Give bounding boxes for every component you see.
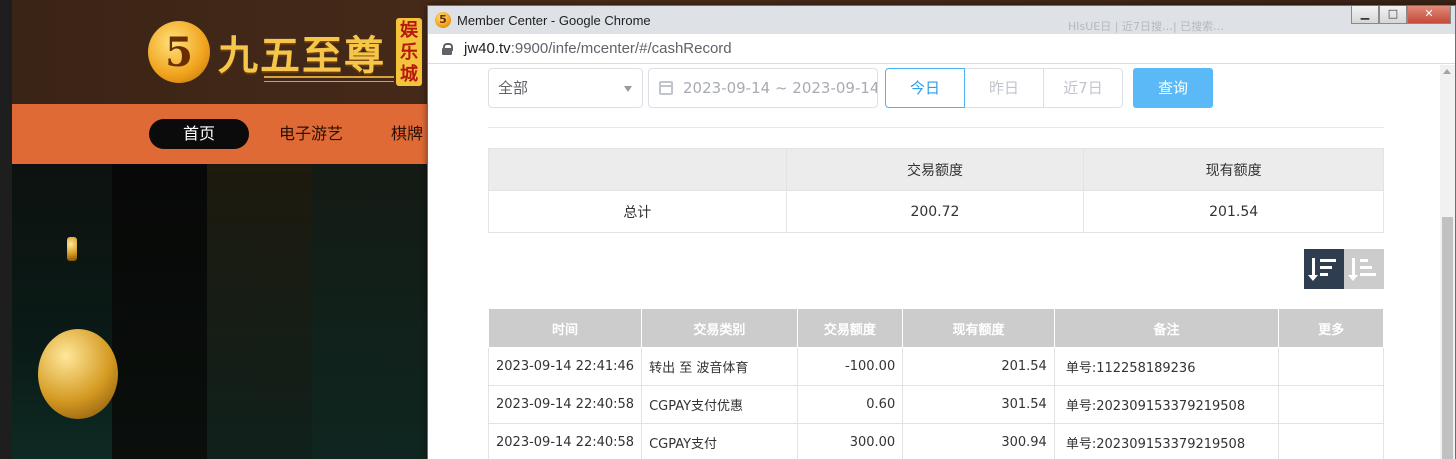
- sort-toggle-group: [1304, 249, 1384, 289]
- sort-descending-button[interactable]: [1304, 249, 1344, 289]
- column-header-type[interactable]: 交易类别: [641, 308, 798, 348]
- banner-pillar: [112, 164, 207, 459]
- window-controls: ▁ □ ✕: [1351, 6, 1451, 26]
- summary-row: 总计 200.72 201.54: [488, 190, 1384, 233]
- url-text[interactable]: jw40.tv:9900/infe/mcenter/#/cashRecord: [464, 40, 732, 57]
- banner-pillar: [312, 164, 427, 459]
- summary-label: 总计: [488, 190, 787, 233]
- sort-lines-icon: [1320, 259, 1336, 280]
- logo-badge: 娱 乐 城: [396, 18, 422, 86]
- records-header-row: 时间 交易类别 交易额度 现有额度 备注 更多: [487, 308, 1384, 348]
- column-header-balance[interactable]: 现有额度: [902, 308, 1055, 348]
- nav-item-slots[interactable]: 电子游艺: [279, 119, 343, 149]
- query-button[interactable]: 查询: [1133, 68, 1213, 108]
- cell-time: 2023-09-14 22:41:46: [487, 347, 643, 386]
- sort-ascending-button[interactable]: [1344, 249, 1384, 289]
- window-title: Member Center - Google Chrome: [457, 12, 651, 28]
- cell-more[interactable]: [1278, 385, 1384, 424]
- column-header-time[interactable]: 时间: [487, 308, 643, 348]
- summary-balance: 201.54: [1083, 190, 1384, 233]
- maximize-button[interactable]: □: [1379, 6, 1407, 24]
- cell-time: 2023-09-14 22:40:58: [487, 385, 643, 424]
- table-row[interactable]: 2023-09-14 22:40:58 CGPAY支付 300.00 300.9…: [487, 423, 1384, 459]
- nav-item-cards[interactable]: 棋牌: [391, 119, 423, 149]
- chevron-down-icon: [624, 86, 632, 92]
- desktop-edge: [0, 0, 12, 459]
- cell-note: 单号:112258189236: [1053, 347, 1280, 386]
- address-bar[interactable]: jw40.tv:9900/infe/mcenter/#/cashRecord: [428, 34, 1455, 64]
- cell-amount: 0.60: [796, 385, 904, 424]
- sort-descending-icon: [1308, 258, 1318, 281]
- date-range-value: 2023-09-14 ~ 2023-09-14: [683, 79, 878, 97]
- range-today-button[interactable]: 今日: [885, 68, 965, 108]
- column-header-note[interactable]: 备注: [1053, 308, 1280, 348]
- select-value: 全部: [498, 79, 529, 97]
- minimize-button[interactable]: ▁: [1351, 6, 1379, 24]
- logo-badge-char: 娱: [400, 20, 418, 41]
- column-header-more[interactable]: 更多: [1278, 308, 1384, 348]
- cell-amount: 300.00: [796, 423, 904, 459]
- summary-header-row: 交易额度 现有额度: [488, 148, 1384, 191]
- browser-window: 5 Member Center - Google Chrome HIsUE日 |…: [427, 5, 1456, 459]
- banner-pillar: [207, 164, 312, 459]
- cell-time: 2023-09-14 22:40:58: [487, 423, 643, 459]
- background-tab-text: HIsUE日 | 近7日搜…| 已搜索…: [1068, 20, 1225, 33]
- cell-balance: 201.54: [902, 347, 1055, 386]
- cell-note: 单号:202309153379219508: [1053, 385, 1280, 424]
- logo-ornament: [264, 76, 394, 82]
- range-7days-button[interactable]: 近7日: [1043, 68, 1123, 108]
- date-range-picker[interactable]: 2023-09-14 ~ 2023-09-14: [648, 68, 878, 108]
- cell-more[interactable]: [1278, 347, 1384, 386]
- scrollbar-thumb[interactable]: [1442, 217, 1453, 459]
- cell-note: 单号:202309153379219508: [1053, 423, 1280, 459]
- cell-balance: 301.54: [902, 385, 1055, 424]
- summary-table: 交易额度 现有额度 总计 200.72 201.54: [488, 148, 1384, 233]
- nav-item-home[interactable]: 首页: [149, 119, 249, 149]
- url-host: jw40.tv: [464, 40, 511, 57]
- transaction-type-select[interactable]: 全部: [488, 68, 643, 108]
- column-header-amount[interactable]: 交易额度: [796, 308, 904, 348]
- logo-badge-char: 乐: [400, 42, 418, 63]
- logo-coin-icon: 5: [148, 21, 210, 83]
- cell-type: CGPAY支付: [641, 423, 798, 459]
- table-row[interactable]: 2023-09-14 22:41:46 转出 至 波音体育 -100.00 20…: [487, 347, 1384, 386]
- coin-icon: [67, 237, 77, 261]
- page-content: 全部 2023-09-14 ~ 2023-09-14 今日 昨日 近7日 查询 …: [428, 65, 1442, 459]
- table-row[interactable]: 2023-09-14 22:40:58 CGPAY支付优惠 0.60 301.5…: [487, 385, 1384, 424]
- vertical-scrollbar[interactable]: [1440, 65, 1455, 459]
- sort-lines-icon: [1360, 259, 1376, 280]
- sort-ascending-icon: [1348, 258, 1358, 281]
- close-button[interactable]: ✕: [1407, 6, 1451, 24]
- section-divider: [488, 127, 1384, 128]
- logo-badge-char: 城: [400, 64, 418, 85]
- calendar-icon: [659, 81, 673, 95]
- summary-amount: 200.72: [785, 190, 1085, 233]
- summary-header: 现有额度: [1083, 148, 1384, 191]
- cell-balance: 300.94: [902, 423, 1055, 459]
- window-titlebar[interactable]: 5 Member Center - Google Chrome HIsUE日 |…: [428, 6, 1455, 34]
- url-path: :9900/infe/mcenter/#/cashRecord: [510, 40, 732, 57]
- cell-type: CGPAY支付优惠: [641, 385, 798, 424]
- cell-type: 转出 至 波音体育: [641, 347, 798, 386]
- cell-amount: -100.00: [796, 347, 904, 386]
- cash-records-table: 时间 交易类别 交易额度 现有额度 备注 更多 2023-09-14 22:41…: [487, 308, 1384, 459]
- range-yesterday-button[interactable]: 昨日: [964, 68, 1044, 108]
- cell-more[interactable]: [1278, 423, 1384, 459]
- lock-icon[interactable]: [442, 42, 453, 55]
- summary-header: [488, 148, 787, 191]
- logo-name: 九五至尊: [218, 32, 386, 79]
- coin-icon: [38, 329, 118, 419]
- scroll-up-icon[interactable]: [1443, 69, 1451, 74]
- favicon-icon: 5: [435, 12, 451, 28]
- summary-header: 交易额度: [785, 148, 1085, 191]
